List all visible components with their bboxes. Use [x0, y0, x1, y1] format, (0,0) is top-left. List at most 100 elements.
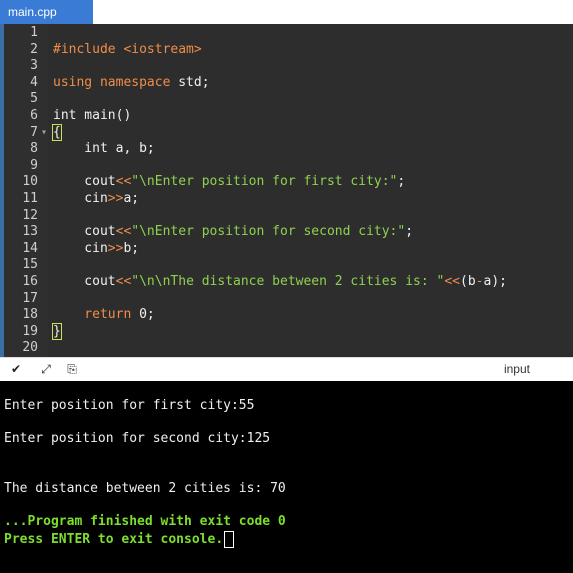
code-token: >>	[107, 240, 124, 256]
console-cursor	[224, 531, 235, 548]
code-token: b;	[123, 240, 140, 256]
code-text: using namespace std;	[53, 75, 210, 92]
console-output-line: Press ENTER to exit console.	[4, 531, 235, 548]
code-text: cout<<"\nEnter position for first city:"…	[53, 174, 405, 191]
code-line[interactable]: 16 cout<<"\n\nThe distance between 2 cit…	[0, 274, 573, 291]
line-number: 13	[22, 224, 38, 240]
code-line[interactable]: 9	[0, 158, 573, 175]
line-number: 1	[30, 25, 38, 40]
code-line[interactable]: 8 int a, b;	[0, 141, 573, 158]
console-text: Press ENTER to exit console.	[4, 532, 224, 547]
expand-icon[interactable]: ⤢	[38, 361, 54, 377]
tab-bar: main.cpp	[0, 0, 573, 24]
line-number: 19	[22, 323, 38, 339]
code-token: -	[475, 274, 484, 289]
code-text: {	[52, 123, 62, 142]
console-text: Enter position for second city:125	[4, 431, 271, 446]
code-token: cout	[53, 224, 116, 240]
code-token: a;	[123, 191, 140, 206]
code-text: int main()	[53, 108, 131, 125]
line-number: 7	[30, 124, 38, 140]
code-line[interactable]: 12	[0, 208, 573, 225]
console-output-line: The distance between 2 cities is: 70	[4, 481, 286, 497]
code-text: }	[52, 322, 62, 341]
code-text: cin>>a;	[53, 191, 139, 208]
code-token: {	[52, 123, 62, 141]
panel-toolbar: ✔ ⤢ ⎘ input	[0, 357, 573, 381]
input-tab-label[interactable]: input	[504, 362, 530, 376]
code-token: cout	[53, 174, 116, 190]
line-number: 10	[22, 174, 38, 190]
console-output-line: Enter position for first city:55	[4, 398, 254, 414]
code-token: cin	[53, 240, 108, 256]
code-line[interactable]: 13 cout<<"\nEnter position for second ci…	[0, 224, 573, 241]
code-line[interactable]: 6 int main()	[0, 108, 573, 125]
code-line[interactable]: 15	[0, 257, 573, 274]
code-token: cin	[53, 191, 108, 206]
code-line[interactable]: 10 cout<<"\nEnter position for first cit…	[0, 174, 573, 191]
code-token: return	[53, 307, 140, 323]
code-token: ;	[405, 224, 414, 240]
console-text: Enter position for first city:55	[4, 398, 255, 413]
code-token: using namespace	[53, 74, 179, 90]
line-number: 4	[30, 74, 38, 90]
code-token: <<	[115, 174, 132, 190]
code-token: 0	[139, 307, 147, 323]
line-number: 15	[22, 257, 38, 273]
line-number: 17	[22, 290, 38, 306]
code-line[interactable]: 20	[0, 340, 573, 357]
code-line[interactable]: 5	[0, 91, 573, 108]
code-line[interactable]: 4 using namespace std;	[0, 75, 573, 92]
line-number: 11	[22, 191, 38, 206]
code-text: int a, b;	[53, 141, 155, 158]
code-line[interactable]: 17	[0, 291, 573, 308]
text-cursor	[60, 324, 62, 339]
code-text: return 0;	[53, 307, 155, 324]
code-line[interactable]: 14 cin>>b;	[0, 241, 573, 258]
code-token: "\nEnter position for first city:"	[131, 174, 398, 190]
code-text: cout<<"\nEnter position for second city:…	[53, 224, 413, 241]
code-line[interactable]: 11 cin>>a;	[0, 191, 573, 208]
code-text: cout<<"\n\nThe distance between 2 cities…	[53, 274, 507, 291]
code-token: <<	[115, 274, 132, 289]
console-output-line: ...Program finished with exit code 0	[4, 514, 286, 530]
line-number: 2	[30, 41, 38, 57]
code-token: int main()	[53, 108, 132, 123]
code-token: #include <iostream>	[53, 41, 202, 57]
line-number: 20	[22, 340, 38, 356]
line-number: 8	[30, 141, 38, 157]
code-text: cin>>b;	[53, 241, 139, 258]
line-number: 12	[22, 207, 38, 223]
code-line[interactable]: 2 #include <iostream>	[0, 42, 573, 59]
code-text: #include <iostream>	[53, 42, 202, 59]
chevron-down-icon[interactable]: ✔	[8, 361, 24, 377]
console-text: The distance between 2 cities is: 70	[4, 481, 286, 496]
code-line[interactable]: 7 ▾ {	[0, 123, 573, 142]
copy-icon[interactable]: ⎘	[64, 361, 80, 377]
line-number: 14	[22, 240, 38, 256]
code-token: a);	[483, 274, 507, 289]
line-number: 5	[30, 91, 38, 107]
code-line[interactable]: 18 return 0;	[0, 307, 573, 324]
code-token: std;	[178, 74, 210, 90]
code-token: "\n\nThe distance between 2 cities is: "	[131, 274, 445, 289]
code-token: "\nEnter position for second city:"	[131, 224, 406, 240]
code-token: }	[52, 322, 62, 340]
code-token: <<	[444, 274, 461, 289]
fold-toggle-icon[interactable]: ▾	[41, 125, 47, 142]
code-token: cout	[53, 274, 116, 289]
line-number: 6	[30, 108, 38, 123]
line-number: 18	[22, 307, 38, 323]
code-token: >>	[107, 191, 124, 206]
line-number: 3	[30, 58, 38, 74]
code-token: int a, b;	[53, 141, 155, 157]
console-output-line: Enter position for second city:125	[4, 431, 270, 447]
code-token: <<	[115, 224, 132, 240]
code-line[interactable]: 1	[0, 25, 573, 42]
code-line[interactable]: 3	[0, 58, 573, 75]
code-line[interactable]: 19}	[0, 322, 573, 341]
tab-main-cpp[interactable]: main.cpp	[0, 0, 93, 24]
code-token: ;	[146, 307, 155, 323]
console-text: ...Program finished with exit code 0	[4, 514, 286, 529]
code-token: (b	[460, 274, 476, 289]
